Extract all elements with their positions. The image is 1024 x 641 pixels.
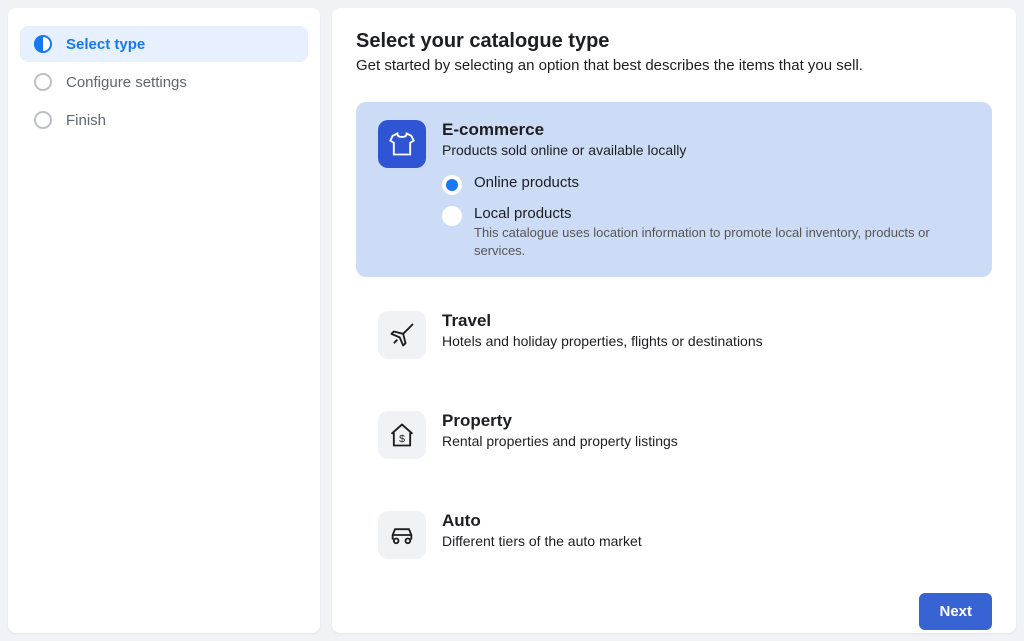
option-title: E-commerce (442, 120, 970, 140)
radio-icon (442, 206, 462, 226)
step-label: Select type (66, 36, 145, 53)
wizard-sidebar: Select type Configure settings Finish (8, 8, 320, 633)
house-icon: $ (378, 411, 426, 459)
sub-option-label: Online products (474, 174, 579, 191)
main-panel: Select your catalogue type Get started b… (332, 8, 1016, 633)
next-button[interactable]: Next (919, 593, 992, 630)
sub-option-local-products[interactable]: Local products This catalogue uses locat… (442, 205, 970, 259)
option-ecommerce[interactable]: E-commerce Products sold online or avail… (356, 102, 992, 277)
option-desc: Products sold online or available locall… (442, 142, 970, 158)
airplane-icon (378, 311, 426, 359)
catalogue-type-options: E-commerce Products sold online or avail… (356, 102, 992, 577)
footer: Next (356, 577, 992, 630)
step-label: Finish (66, 112, 106, 129)
option-desc: Hotels and holiday properties, flights o… (442, 333, 970, 349)
shirt-icon (378, 120, 426, 168)
step-indicator-icon (34, 73, 52, 91)
step-configure-settings[interactable]: Configure settings (20, 64, 308, 100)
car-icon (378, 511, 426, 559)
option-title: Auto (442, 511, 970, 531)
sub-option-desc: This catalogue uses location information… (474, 224, 970, 259)
step-indicator-icon (34, 35, 52, 53)
option-property[interactable]: $ Property Rental properties and propert… (356, 393, 992, 477)
step-select-type[interactable]: Select type (20, 26, 308, 62)
option-travel[interactable]: Travel Hotels and holiday properties, fl… (356, 293, 992, 377)
page-subtitle: Get started by selecting an option that … (356, 57, 992, 74)
option-title: Property (442, 411, 970, 431)
step-label: Configure settings (66, 74, 187, 91)
option-auto[interactable]: Auto Different tiers of the auto market (356, 493, 992, 577)
sub-option-label: Local products (474, 205, 970, 222)
option-desc: Different tiers of the auto market (442, 533, 970, 549)
sub-option-online-products[interactable]: Online products (442, 174, 970, 195)
page-title: Select your catalogue type (356, 30, 992, 53)
option-desc: Rental properties and property listings (442, 433, 970, 449)
step-indicator-icon (34, 111, 52, 129)
option-title: Travel (442, 311, 970, 331)
svg-text:$: $ (399, 433, 405, 445)
radio-icon (442, 175, 462, 195)
step-finish[interactable]: Finish (20, 102, 308, 138)
